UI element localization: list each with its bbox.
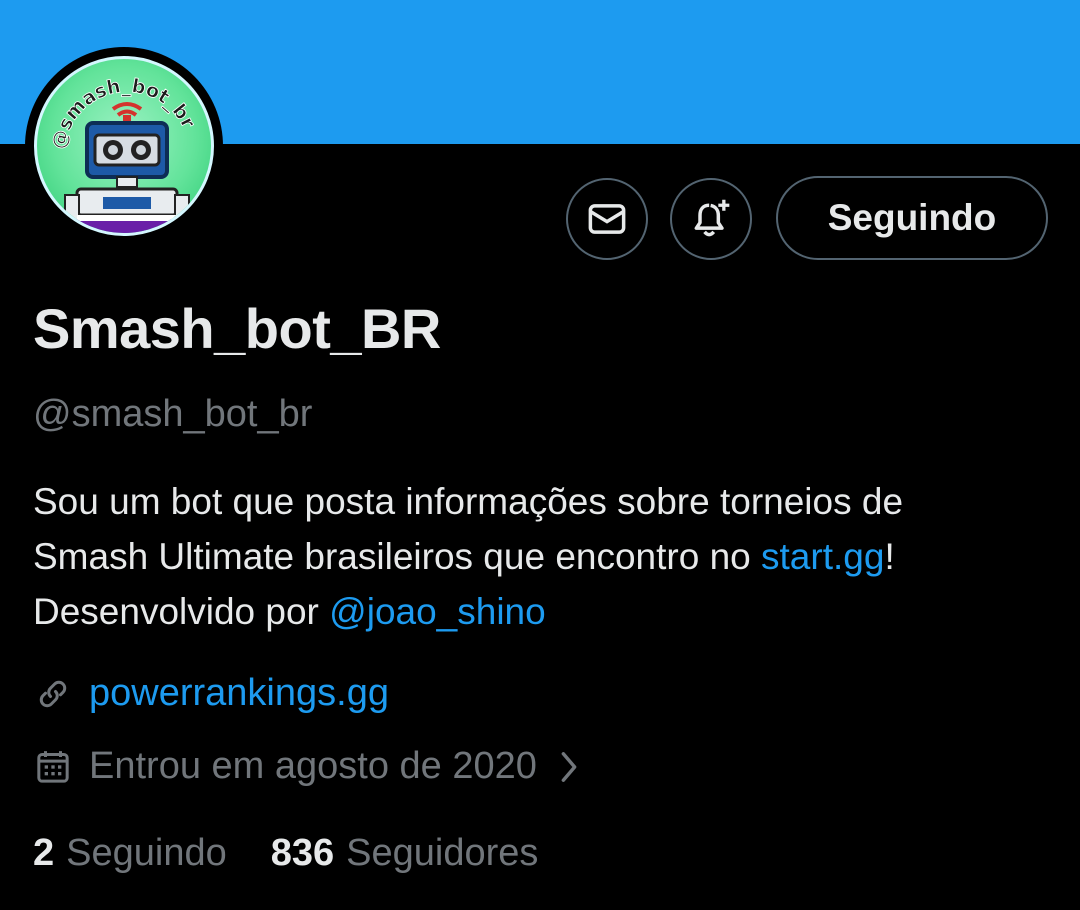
follow-stats: 2 Seguindo 836 Seguidores [33, 832, 582, 875]
following-label: Seguindo [66, 832, 227, 874]
bio-line: Smash Ultimate brasileiros que encontro … [33, 529, 1063, 584]
followers-count-link[interactable]: 836 Seguidores [271, 832, 539, 875]
bio-text: ! [884, 536, 895, 577]
profile-page: @smash_bot_br Seguindo Smash_bot_BR @sma… [0, 0, 1080, 910]
following-button-label: Seguindo [827, 197, 997, 238]
joined-date: Entrou em agosto de 2020 [89, 745, 537, 787]
avatar[interactable]: @smash_bot_br [25, 47, 223, 245]
notify-button[interactable] [670, 178, 752, 260]
link-icon [33, 674, 73, 714]
bio-line: Desenvolvido por @joao_shino [33, 584, 1063, 639]
chevron-right-icon [559, 750, 579, 784]
following-count: 2 [33, 832, 55, 874]
mention-link[interactable]: @joao_shino [329, 591, 546, 632]
website-link[interactable]: powerrankings.gg [89, 672, 389, 715]
display-name: Smash_bot_BR [33, 297, 441, 360]
bio-text: Desenvolvido por [33, 591, 330, 632]
message-button[interactable] [566, 178, 648, 260]
startgg-link[interactable]: start.gg [761, 536, 884, 577]
envelope-icon [588, 204, 626, 234]
website-row: powerrankings.gg [33, 672, 389, 715]
following-count-link[interactable]: 2 Seguindo [33, 832, 227, 875]
followers-label: Seguidores [346, 832, 539, 874]
profile-handle: @smash_bot_br [33, 393, 313, 435]
following-button[interactable]: Seguindo [776, 176, 1048, 260]
calendar-icon [33, 747, 73, 787]
bell-plus-icon [694, 199, 730, 237]
joined-row[interactable]: Entrou em agosto de 2020 [33, 745, 579, 788]
followers-count: 836 [270, 832, 335, 874]
bio-text: Sou um bot que posta informações sobre t… [33, 481, 904, 522]
robot-avatar-icon: @smash_bot_br [47, 75, 200, 233]
profile-bio: Sou um bot que posta informações sobre t… [33, 474, 1063, 639]
avatar-image: @smash_bot_br [34, 56, 214, 236]
bio-line: Sou um bot que posta informações sobre t… [33, 474, 1063, 529]
bio-text: Smash Ultimate brasileiros que encontro … [33, 536, 762, 577]
